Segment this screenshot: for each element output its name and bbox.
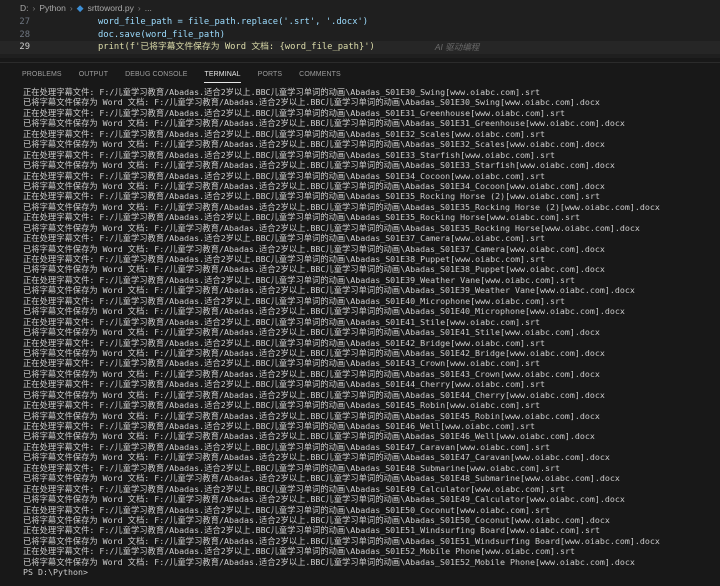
terminal-output[interactable]: 正在处理字幕文件: F:/儿童学习教育/Abadas.适合2岁以上.BBC儿童学… (0, 87, 720, 586)
terminal-line: 正在处理字幕文件: F:/儿童学习教育/Abadas.适合2岁以上.BBC儿童学… (23, 358, 541, 369)
terminal-line: 已将字幕文件保存为 Word 文档: F:/儿童学习教育/Abadas.适合2岁… (23, 410, 600, 421)
chevron-right-icon: › (137, 3, 141, 13)
panel-tabs: PROBLEMS OUTPUT DEBUG CONSOLE TERMINAL P… (0, 63, 720, 85)
code-line[interactable]: 27 word_file_path = file_path.replace('.… (0, 16, 720, 29)
code-text[interactable]: print(f'已将字幕文件保存为 Word 文档: {word_file_pa… (38, 41, 375, 54)
terminal-line: 已将字幕文件保存为 Word 文档: F:/儿童学习教育/Abadas.适合2岁… (23, 201, 660, 212)
terminal-line: 已将字幕文件保存为 Word 文档: F:/儿童学习教育/Abadas.适合2岁… (23, 160, 615, 171)
terminal-line: 已将字幕文件保存为 Word 文档: F:/儿童学习教育/Abadas.适合2岁… (23, 264, 605, 275)
terminal-line: 已将字幕文件保存为 Word 文档: F:/儿童学习教育/Abadas.适合2岁… (23, 327, 600, 338)
ai-hint: AI 驱动编程 (434, 42, 480, 52)
terminal-line: 正在处理字幕文件: F:/儿童学习教育/Abadas.适合2岁以上.BBC儿童学… (23, 254, 546, 264)
python-file-icon: ◆ (76, 2, 84, 13)
line-number: 27 (19, 17, 30, 27)
breadcrumb-drive[interactable]: D: (20, 3, 29, 13)
line-number: 28 (19, 29, 30, 40)
chevron-right-icon: › (32, 3, 36, 13)
tab-terminal[interactable]: TERMINAL (204, 66, 241, 83)
chevron-right-icon: › (69, 3, 73, 13)
tab-problems[interactable]: PROBLEMS (22, 66, 62, 83)
terminal-line: 正在处理字幕文件: F:/儿童学习教育/Abadas.适合2岁以上.BBC儿童学… (23, 170, 546, 181)
terminal-line: 已将字幕文件保存为 Word 文档: F:/儿童学习教育/Abadas.适合2岁… (23, 285, 635, 296)
code-line[interactable]: 28 doc.save(word_file_path) (0, 29, 720, 42)
breadcrumb: D: › Python › ◆ srttoword.py › ... (0, 0, 720, 16)
terminal-line: 正在处理字幕文件: F:/儿童学习教育/Abadas.适合2岁以上.BBC儿童学… (23, 107, 566, 118)
terminal-line: 正在处理字幕文件: F:/儿童学习教育/Abadas.适合2岁以上.BBC儿童学… (23, 546, 576, 557)
terminal-line: 已将字幕文件保存为 Word 文档: F:/儿童学习教育/Abadas.适合2岁… (23, 97, 600, 108)
terminal-line: 正在处理字幕文件: F:/儿童学习教育/Abadas.适合2岁以上.BBC儿童学… (23, 149, 556, 160)
terminal-line: 正在处理字幕文件: F:/儿童学习教育/Abadas.适合2岁以上.BBC儿童学… (23, 337, 546, 348)
terminal-line: 已将字幕文件保存为 Word 文档: F:/儿童学习教育/Abadas.适合2岁… (23, 494, 625, 505)
terminal-line: 已将字幕文件保存为 Word 文档: F:/儿童学习教育/Abadas.适合2岁… (23, 368, 600, 379)
code-editor[interactable]: 27 word_file_path = file_path.replace('.… (0, 16, 720, 58)
terminal-line: 已将字幕文件保存为 Word 文档: F:/儿童学习教育/Abadas.适合2岁… (23, 389, 605, 400)
terminal-line: 已将字幕文件保存为 Word 文档: F:/儿童学习教育/Abadas.适合2岁… (23, 473, 620, 484)
line-number: 29 (19, 42, 30, 52)
terminal-line: 正在处理字幕文件: F:/儿童学习教育/Abadas.适合2岁以上.BBC儿童学… (23, 525, 600, 536)
breadcrumb-file[interactable]: srttoword.py (88, 3, 134, 13)
code-line-current[interactable]: 29 print(f'已将字幕文件保存为 Word 文档: {word_file… (0, 41, 720, 54)
tab-comments[interactable]: COMMENTS (299, 66, 341, 83)
terminal-line: 已将字幕文件保存为 Word 文档: F:/儿童学习教育/Abadas.适合2岁… (23, 306, 625, 317)
terminal-line: 已将字幕文件保存为 Word 文档: F:/儿童学习教育/Abadas.适合2岁… (23, 347, 605, 358)
terminal-line: 已将字幕文件保存为 Word 文档: F:/儿童学习教育/Abadas.适合2岁… (23, 514, 610, 525)
terminal-line: 已将字幕文件保存为 Word 文档: F:/儿童学习教育/Abadas.适合2岁… (23, 180, 605, 191)
terminal-line: 已将字幕文件保存为 Word 文档: F:/儿童学习教育/Abadas.适合2岁… (23, 535, 660, 546)
terminal-line: 正在处理字幕文件: F:/儿童学习教育/Abadas.适合2岁以上.BBC儿童学… (23, 274, 576, 285)
terminal-line: 正在处理字幕文件: F:/儿童学习教育/Abadas.适合2岁以上.BBC儿童学… (23, 379, 546, 390)
terminal-line: 正在处理字幕文件: F:/儿童学习教育/Abadas.适合2岁以上.BBC儿童学… (23, 87, 541, 97)
terminal-line: 正在处理字幕文件: F:/儿童学习教育/Abadas.适合2岁以上.BBC儿童学… (23, 212, 580, 223)
terminal-line: 已将字幕文件保存为 Word 文档: F:/儿童学习教育/Abadas.适合2岁… (23, 431, 595, 442)
terminal-line: 已将字幕文件保存为 Word 文档: F:/儿童学习教育/Abadas.适合2岁… (23, 452, 610, 463)
terminal-line: 正在处理字幕文件: F:/儿童学习教育/Abadas.适合2岁以上.BBC儿童学… (23, 400, 541, 411)
terminal-line: 正在处理字幕文件: F:/儿童学习教育/Abadas.适合2岁以上.BBC儿童学… (23, 295, 566, 306)
terminal-line: 已将字幕文件保存为 Word 文档: F:/儿童学习教育/Abadas.适合2岁… (23, 139, 605, 150)
terminal-line: 已将字幕文件保存为 Word 文档: F:/儿童学习教育/Abadas.适合2岁… (23, 118, 625, 129)
code-text[interactable]: doc.save(word_file_path) (38, 29, 225, 42)
tab-ports[interactable]: PORTS (258, 66, 283, 83)
terminal-line: 正在处理字幕文件: F:/儿童学习教育/Abadas.适合2岁以上.BBC儿童学… (23, 462, 561, 473)
tab-debug-console[interactable]: DEBUG CONSOLE (125, 66, 187, 83)
terminal-line: 正在处理字幕文件: F:/儿童学习教育/Abadas.适合2岁以上.BBC儿童学… (23, 316, 541, 327)
terminal-line: 正在处理字幕文件: F:/儿童学习教育/Abadas.适合2岁以上.BBC儿童学… (23, 483, 566, 494)
terminal-line: 正在处理字幕文件: F:/儿童学习教育/Abadas.适合2岁以上.BBC儿童学… (23, 233, 546, 244)
terminal-line: 已将字幕文件保存为 Word 文档: F:/儿童学习教育/Abadas.适合2岁… (23, 222, 640, 233)
terminal-line: 正在处理字幕文件: F:/儿童学习教育/Abadas.适合2岁以上.BBC儿童学… (23, 504, 551, 515)
terminal-prompt[interactable]: PS D:\Python> (23, 567, 720, 577)
terminal-line: 已将字幕文件保存为 Word 文档: F:/儿童学习教育/Abadas.适合2岁… (23, 243, 605, 254)
terminal-line: 正在处理字幕文件: F:/儿童学习教育/Abadas.适合2岁以上.BBC儿童学… (23, 191, 600, 202)
breadcrumb-more[interactable]: ... (145, 3, 152, 13)
terminal-line: 已将字幕文件保存为 Word 文档: F:/儿童学习教育/Abadas.适合2岁… (23, 556, 635, 567)
code-text[interactable]: word_file_path = file_path.replace('.srt… (38, 16, 368, 29)
terminal-line: 正在处理字幕文件: F:/儿童学习教育/Abadas.适合2岁以上.BBC儿童学… (23, 128, 546, 139)
terminal-line: 正在处理字幕文件: F:/儿童学习教育/Abadas.适合2岁以上.BBC儿童学… (23, 441, 551, 452)
tab-output[interactable]: OUTPUT (79, 66, 108, 83)
terminal-line: 正在处理字幕文件: F:/儿童学习教育/Abadas.适合2岁以上.BBC儿童学… (23, 421, 536, 431)
breadcrumb-folder[interactable]: Python (39, 3, 65, 13)
